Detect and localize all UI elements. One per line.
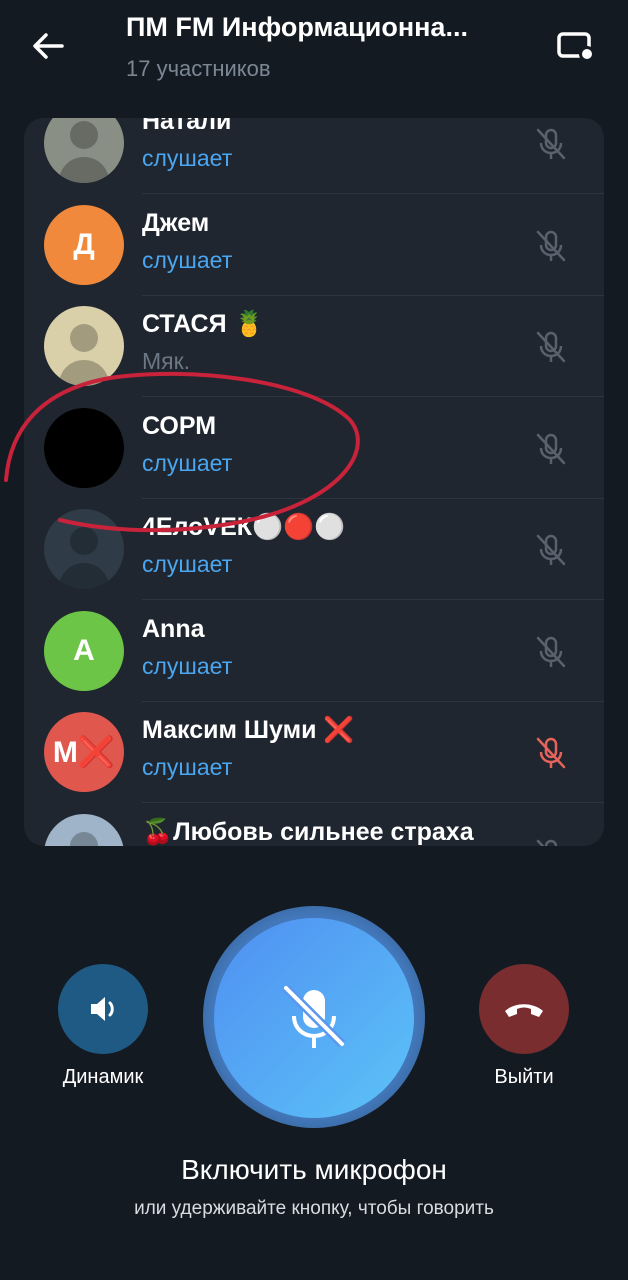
avatar: A bbox=[44, 610, 124, 691]
enable-mic-label: Включить микрофон bbox=[181, 1154, 447, 1185]
participant-row[interactable]: М❌ Максим Шуми ❌ слушает bbox=[24, 702, 604, 803]
participant-row[interactable]: 4ЕлоVЕК⚪🔴⚪ слушает bbox=[24, 499, 604, 600]
participant-name: СОРМ bbox=[142, 411, 217, 440]
participant-row[interactable]: Натали слушает bbox=[24, 118, 604, 194]
participant-row[interactable]: СТАСЯ 🍍 Мяк. bbox=[24, 296, 604, 397]
participant-status: слушает bbox=[142, 551, 233, 577]
participants-list[interactable]: Натали слушает Д Джем слушает СТАСЯ 🍍 Мяк. СОРМ… bbox=[24, 118, 604, 846]
avatar: Д bbox=[44, 204, 124, 285]
speaker-icon bbox=[91, 997, 114, 1021]
chat-title: ПМ FM Информационна... bbox=[126, 12, 468, 42]
speaker-button[interactable] bbox=[58, 964, 148, 1054]
participant-row[interactable]: СОРМ слушает bbox=[24, 398, 604, 499]
mic-muted-icon[interactable] bbox=[532, 633, 570, 671]
avatar bbox=[44, 813, 124, 846]
screen-share-icon[interactable] bbox=[552, 26, 598, 66]
arrow-left-icon[interactable] bbox=[26, 24, 70, 68]
mic-muted-icon[interactable] bbox=[532, 125, 570, 163]
participant-name: Натали bbox=[142, 118, 232, 135]
avatar bbox=[44, 118, 124, 183]
participant-status: слушает bbox=[142, 246, 233, 273]
participant-status: слушает bbox=[142, 754, 233, 780]
mic-muted-icon[interactable] bbox=[532, 531, 570, 569]
leave-label: Выйти bbox=[494, 1066, 554, 1088]
avatar bbox=[44, 509, 124, 589]
participant-status: Мяк. bbox=[142, 348, 191, 374]
avatar bbox=[44, 306, 124, 386]
participant-name: Anna bbox=[142, 614, 205, 643]
participant-status: слушает bbox=[142, 145, 233, 171]
participant-name: СТАСЯ 🍍 bbox=[142, 310, 265, 338]
participants-count: 17 участников bbox=[126, 56, 271, 81]
participant-name: 4ЕлоVЕК⚪🔴⚪ bbox=[142, 513, 346, 541]
avatar bbox=[44, 407, 124, 488]
participant-row[interactable]: Д Джем слушает bbox=[24, 195, 604, 296]
participant-row[interactable]: 🍒Любовь сильнее страха bbox=[24, 804, 604, 847]
participant-name: Максим Шуми ❌ bbox=[142, 716, 355, 744]
leave-button[interactable] bbox=[479, 964, 569, 1054]
mic-muted-icon[interactable] bbox=[532, 734, 570, 772]
hang-up-icon bbox=[505, 1004, 543, 1017]
avatar: М❌ bbox=[44, 712, 124, 792]
participant-row[interactable]: A Anna слушает bbox=[24, 601, 604, 702]
microphone-button[interactable] bbox=[214, 918, 414, 1118]
participant-status: слушает bbox=[142, 652, 233, 679]
mic-muted-icon[interactable] bbox=[532, 430, 570, 468]
mic-muted-icon[interactable] bbox=[532, 836, 570, 847]
mic-muted-icon[interactable] bbox=[532, 328, 570, 366]
mic-muted-icon[interactable] bbox=[532, 227, 570, 265]
participant-name: 🍒Любовь сильнее страха bbox=[142, 817, 474, 846]
header: ПМ FM Информационна... 17 участников bbox=[0, 0, 628, 100]
mic-off-icon bbox=[282, 984, 346, 1048]
speaker-label: Динамик bbox=[62, 1066, 144, 1088]
participant-status: слушает bbox=[142, 449, 233, 476]
participant-name: Джем bbox=[142, 208, 210, 237]
hold-to-talk-hint: или удерживайте кнопку, чтобы говорить bbox=[134, 1198, 494, 1219]
